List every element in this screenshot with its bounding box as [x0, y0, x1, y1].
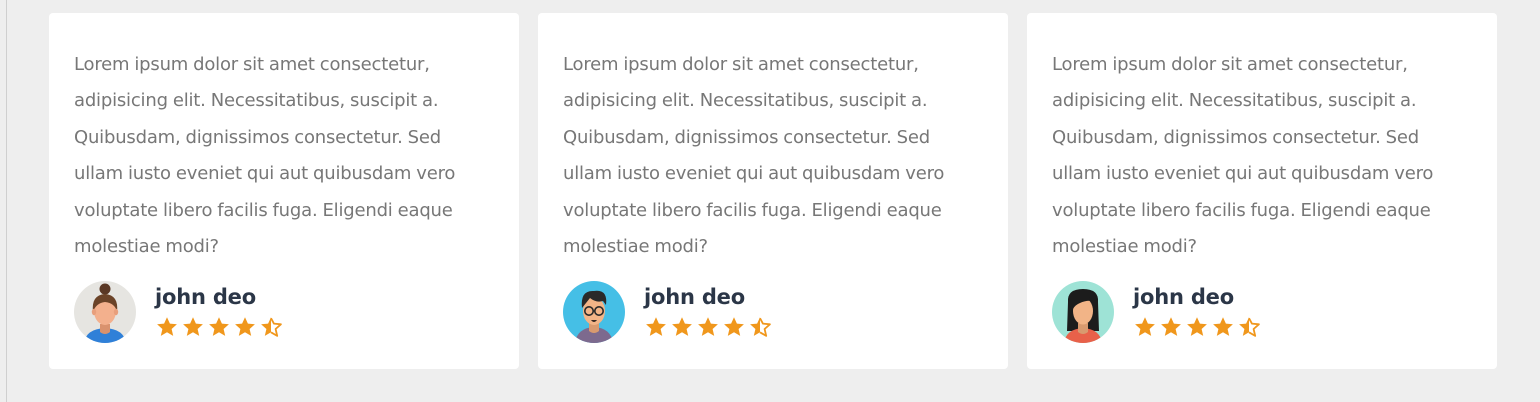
author-name: john deo	[644, 285, 745, 309]
star-full-icon	[724, 317, 744, 336]
author-name: john deo	[1133, 285, 1234, 309]
star-rating	[155, 316, 283, 338]
star-rating	[644, 316, 772, 338]
testimonial-text: Lorem ipsum dolor sit amet consectetur, …	[1052, 54, 1434, 258]
star-full-icon	[672, 317, 692, 336]
testimonial-author: john deo	[1052, 281, 1261, 343]
testimonial-text: Lorem ipsum dolor sit amet consectetur, …	[563, 54, 945, 258]
testimonial-author: john deo	[74, 281, 283, 343]
female-avatar-long-hair-icon	[1052, 281, 1114, 343]
male-avatar-glasses-icon	[563, 281, 625, 343]
star-full-icon	[157, 317, 177, 336]
star-full-icon	[1135, 317, 1155, 336]
star-full-icon	[698, 317, 718, 336]
testimonial-card: Lorem ipsum dolor sit amet consectetur, …	[538, 13, 1008, 369]
testimonial-card: Lorem ipsum dolor sit amet consectetur, …	[1027, 13, 1497, 369]
star-full-icon	[646, 317, 666, 336]
star-full-icon	[1213, 317, 1233, 336]
testimonial-card: Lorem ipsum dolor sit amet consectetur, …	[49, 13, 519, 369]
star-half-icon	[750, 317, 771, 337]
star-rating	[1133, 316, 1261, 338]
testimonial-text: Lorem ipsum dolor sit amet consectetur, …	[74, 54, 456, 258]
left-border	[6, 0, 7, 402]
star-half-icon	[261, 317, 282, 337]
female-avatar-bun-icon	[74, 281, 136, 343]
author-info: john deo	[155, 284, 283, 338]
testimonial-author: john deo	[563, 281, 772, 343]
star-full-icon	[183, 317, 203, 336]
star-half-icon	[1239, 317, 1260, 337]
star-full-icon	[1187, 317, 1207, 336]
star-full-icon	[209, 317, 229, 336]
star-full-icon	[1161, 317, 1181, 336]
author-info: john deo	[1133, 284, 1261, 338]
star-full-icon	[235, 317, 255, 336]
author-info: john deo	[644, 284, 772, 338]
testimonials-row: Lorem ipsum dolor sit amet consectetur, …	[49, 13, 1497, 369]
author-name: john deo	[155, 285, 256, 309]
